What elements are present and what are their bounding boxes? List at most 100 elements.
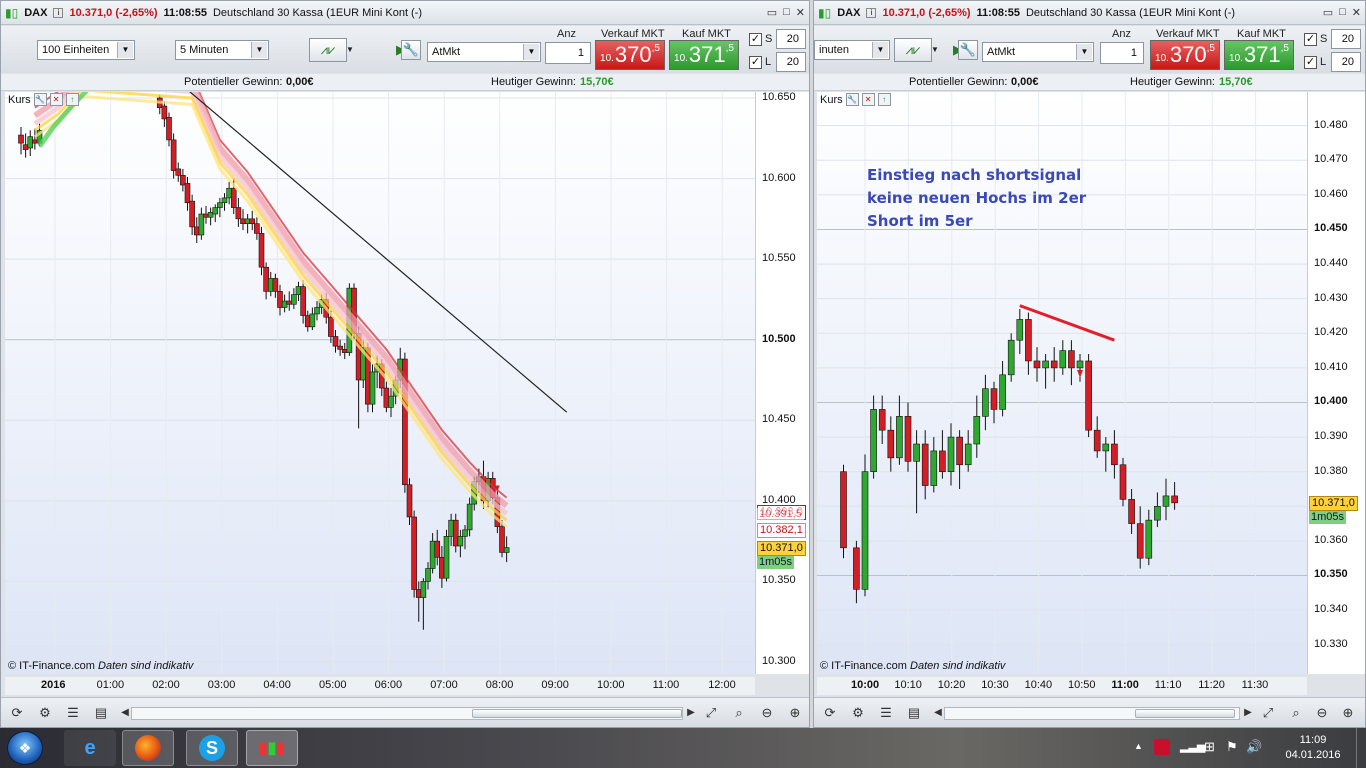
volume-icon[interactable]: 🔊 bbox=[1246, 739, 1262, 755]
wrench-icon[interactable]: 🔧 bbox=[958, 40, 978, 60]
price-tag-hidden: 10.391,5 bbox=[757, 507, 804, 521]
arrow-up-icon[interactable]: ↑ bbox=[877, 93, 891, 106]
left-time-axis[interactable]: 2016 01:00 02:00 03:00 04:00 05:00 06:00 07:00 0… bbox=[5, 677, 755, 695]
buy-market-button[interactable]: 10. 371,5 bbox=[669, 40, 739, 70]
refresh-chart-icon[interactable]: ⟳ bbox=[820, 703, 840, 723]
stop-input[interactable]: 20 bbox=[776, 29, 806, 49]
candle-body bbox=[1102, 443, 1110, 452]
sell-market-button[interactable]: 10. 370,5 bbox=[1150, 40, 1220, 70]
windows-flag-icon[interactable]: ⊞ bbox=[1204, 739, 1215, 755]
left-candlestick-chart[interactable]: Kurs 🔧 ✕ ↑ © IT-Finance.com Daten sind i… bbox=[5, 66, 755, 674]
sell-price-prefix: 10. bbox=[600, 53, 614, 64]
list-icon[interactable]: ☰ bbox=[876, 703, 896, 723]
layout-icon[interactable]: ▤ bbox=[91, 703, 111, 723]
indicator-settings-icon[interactable]: ⚙ bbox=[35, 703, 55, 723]
arrow-up-icon[interactable]: ↑ bbox=[65, 93, 79, 106]
scroll-right-icon[interactable]: ▶ bbox=[681, 703, 701, 723]
scroll-thumb[interactable] bbox=[1135, 709, 1235, 718]
chevron-down-icon[interactable]: ▼ bbox=[931, 45, 939, 54]
candle-body bbox=[853, 547, 860, 590]
refresh-chart-icon[interactable]: ⟳ bbox=[7, 703, 27, 723]
y-tick-label: 10.460 bbox=[1314, 187, 1348, 200]
y-tick-label: 10.390 bbox=[1314, 430, 1348, 443]
close-icon[interactable]: ✕ bbox=[796, 6, 805, 19]
wrench-icon[interactable]: 🔧 bbox=[845, 93, 859, 106]
left-price-axis[interactable]: 10.300 10.350 10.400 10.450 10.500 10.550 10.6… bbox=[755, 91, 809, 674]
wrench-icon[interactable]: 🔧 bbox=[401, 40, 421, 60]
right-candlestick-chart[interactable]: Kurs 🔧 ✕ ↑ Einstieg nach shortsignal kei… bbox=[817, 92, 1307, 674]
right-time-axis[interactable]: 10:00 10:10 10:20 10:30 10:40 10:50 11:00 11:10… bbox=[817, 677, 1307, 695]
sell-price-suffix: ,5 bbox=[651, 43, 660, 54]
chevron-down-icon[interactable]: ▼ bbox=[346, 45, 354, 54]
sell-price-main: 370 bbox=[1169, 42, 1207, 67]
network-icon[interactable]: ▂▃▅ bbox=[1180, 740, 1205, 753]
time-scrollbar[interactable] bbox=[131, 707, 683, 720]
taskbar-prorealtime[interactable]: ▮▮▮ bbox=[246, 730, 298, 766]
taskbar-internet-explorer[interactable]: e bbox=[64, 730, 116, 766]
candle-body bbox=[235, 207, 242, 220]
candle-body bbox=[161, 105, 168, 120]
info-icon[interactable]: i bbox=[866, 7, 877, 18]
buy-market-button[interactable]: 10. 371,5 bbox=[1224, 40, 1294, 70]
close-icon[interactable]: ✕ bbox=[1352, 6, 1361, 19]
indicator-button[interactable]: ⩘⩗ bbox=[894, 38, 932, 62]
zoom-select-icon[interactable]: ⌕ bbox=[729, 703, 749, 723]
limit-checkbox[interactable]: ✓ bbox=[749, 56, 762, 69]
qty-input[interactable]: 1 bbox=[1100, 42, 1144, 64]
indicator-settings-icon[interactable]: ⚙ bbox=[848, 703, 868, 723]
potential-gain-value: 0,00€ bbox=[286, 76, 314, 88]
candle-body bbox=[982, 388, 989, 417]
minimize-icon[interactable]: ▭ bbox=[767, 6, 777, 19]
wrench-icon[interactable]: 🔧 bbox=[33, 93, 47, 106]
taskbar-firefox[interactable] bbox=[122, 730, 174, 766]
scroll-right-icon[interactable]: ▶ bbox=[1238, 703, 1258, 723]
action-flag-icon[interactable]: ⚑ bbox=[1226, 739, 1238, 755]
timeframe-select[interactable]: inuten ▼ bbox=[814, 40, 890, 60]
layout-icon[interactable]: ▤ bbox=[904, 703, 924, 723]
minimize-icon[interactable]: ▭ bbox=[1323, 6, 1333, 19]
fit-chart-icon[interactable]: ⤢ bbox=[1258, 703, 1278, 723]
indicator-button[interactable]: ⩘⩗ bbox=[309, 38, 347, 62]
maximize-icon[interactable]: □ bbox=[783, 6, 790, 19]
zoom-in-icon[interactable]: ⊕ bbox=[1338, 703, 1358, 723]
timeframe-select[interactable]: 5 Minuten ▼ bbox=[175, 40, 269, 60]
scroll-thumb[interactable] bbox=[472, 709, 682, 718]
zoom-select-icon[interactable]: ⌕ bbox=[1286, 703, 1306, 723]
stop-input[interactable]: 20 bbox=[1331, 29, 1361, 49]
units-select[interactable]: 100 Einheiten ▼ bbox=[37, 40, 135, 60]
x-tick-label: 10:00 bbox=[597, 679, 625, 691]
stop-checkbox[interactable]: ✓ bbox=[749, 33, 762, 46]
app-tray-icon[interactable] bbox=[1154, 739, 1170, 755]
x-tick-label: 12:00 bbox=[708, 679, 736, 691]
start-button[interactable]: ❖ bbox=[7, 731, 43, 765]
candle-body bbox=[1050, 360, 1058, 369]
zoom-in-icon[interactable]: ⊕ bbox=[785, 703, 805, 723]
zoom-out-icon[interactable]: ⊖ bbox=[1312, 703, 1332, 723]
limit-input[interactable]: 20 bbox=[1331, 52, 1361, 72]
delete-icon[interactable]: ✕ bbox=[861, 93, 875, 106]
limit-checkbox[interactable]: ✓ bbox=[1304, 56, 1317, 69]
buy-price-suffix: ,5 bbox=[725, 43, 734, 54]
qty-input[interactable]: 1 bbox=[545, 42, 591, 64]
fit-chart-icon[interactable]: ⤢ bbox=[701, 703, 721, 723]
order-type-select[interactable]: AtMkt ▼ bbox=[982, 42, 1094, 62]
candle-body bbox=[277, 291, 283, 308]
zoom-out-icon[interactable]: ⊖ bbox=[757, 703, 777, 723]
order-type-select[interactable]: AtMkt ▼ bbox=[427, 42, 541, 62]
taskbar-skype[interactable]: S bbox=[186, 730, 238, 766]
show-desktop-button[interactable] bbox=[1356, 728, 1366, 768]
delete-icon[interactable]: ✕ bbox=[49, 93, 63, 106]
stop-checkbox[interactable]: ✓ bbox=[1304, 33, 1317, 46]
show-hidden-icons-icon[interactable]: ▲ bbox=[1134, 741, 1143, 751]
candle-body bbox=[425, 568, 431, 582]
limit-input[interactable]: 20 bbox=[776, 52, 806, 72]
sell-market-button[interactable]: 10. 370,5 bbox=[595, 40, 665, 70]
time-scrollbar[interactable] bbox=[944, 707, 1240, 720]
clock[interactable]: 11:09 04.01.2016 bbox=[1285, 733, 1341, 763]
info-icon[interactable]: i bbox=[53, 7, 64, 18]
maximize-icon[interactable]: □ bbox=[1339, 6, 1346, 19]
x-tick-label: 11:10 bbox=[1154, 679, 1182, 691]
list-icon[interactable]: ☰ bbox=[63, 703, 83, 723]
x-tick-label: 07:00 bbox=[430, 679, 458, 691]
right-price-axis[interactable]: 10.33010.34010.35010.36010.37010.38010.3… bbox=[1307, 92, 1365, 674]
